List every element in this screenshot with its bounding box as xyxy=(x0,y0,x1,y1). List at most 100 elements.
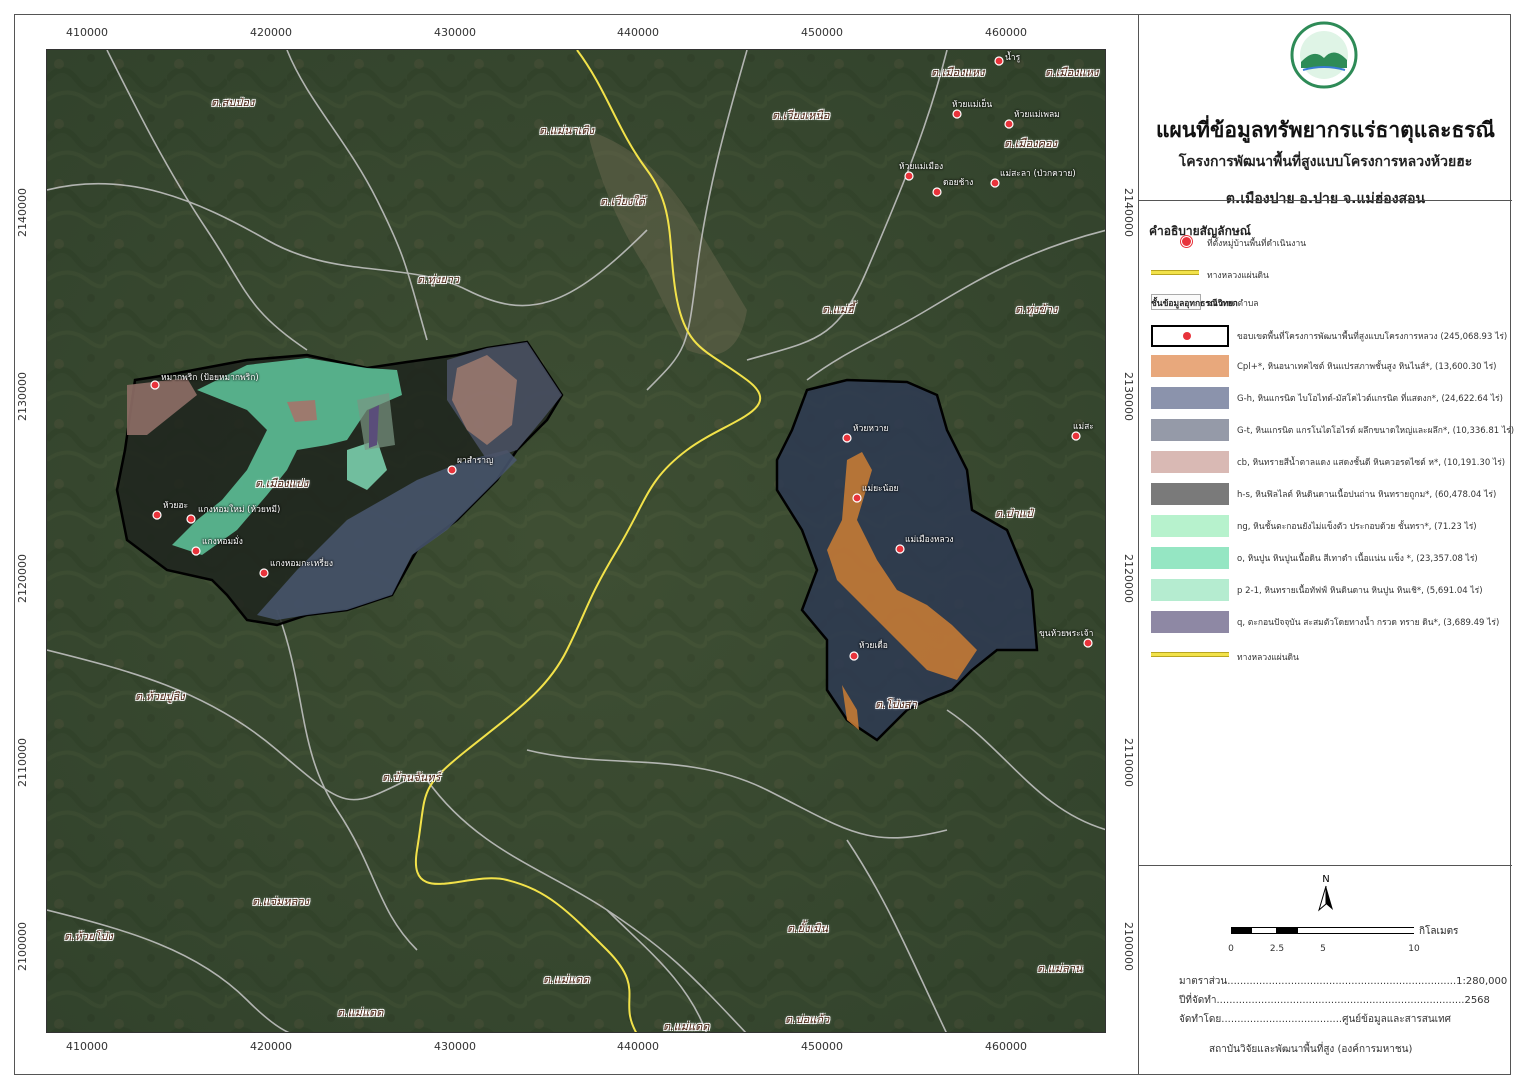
map-canvas[interactable]: ต.สบป่อง ต.แม่นาเติง ต.เวียงเหนือ ต.เวีย… xyxy=(46,49,1106,1033)
x-tick-label: 450000 xyxy=(801,26,843,39)
place-label: ต.แม่ฮี้ xyxy=(822,303,854,316)
scale-label: 0 xyxy=(1228,944,1234,954)
divider xyxy=(1139,865,1512,866)
y-tick-label: 2140000 xyxy=(16,188,29,237)
village-marker[interactable] xyxy=(150,380,160,390)
legend-label: G-t, หินแกรนิต แกรโนไดโอไรต์ ผลึกขนาดใหญ… xyxy=(1237,426,1515,436)
place-label: ต.เวียงใต้ xyxy=(600,195,645,208)
legend-label: ทางหลวงแผ่นดิน xyxy=(1207,271,1269,281)
y-tick-label: 2110000 xyxy=(16,738,29,787)
village-marker[interactable] xyxy=(842,433,852,443)
y-tick-label: 2100000 xyxy=(1122,922,1135,971)
village-label: ห้วยแม่เมือง xyxy=(899,162,944,172)
village-label: ห้วยหวาย xyxy=(853,424,889,434)
legend-unit-row: ng, หินชั้นตะกอนยังไม่แข็งตัว ประกอบด้วย… xyxy=(1151,515,1511,537)
village-marker-icon xyxy=(1181,236,1192,247)
legend-swatch xyxy=(1151,515,1229,537)
village-marker[interactable] xyxy=(186,514,196,524)
place-label: ต.เมืองแปง xyxy=(255,477,309,490)
legend-label: G-h, หินแกรนิต ไบโอไทต์-มัสโคไวต์แกรนิต … xyxy=(1237,394,1503,404)
village-label: แม่สะ xyxy=(1073,422,1094,432)
place-label: ต.เวียงเหนือ xyxy=(772,109,830,122)
place-label: ต.แม่แดด xyxy=(543,973,590,986)
map-title: แผนที่ข้อมูลทรัพยากรแร่ธาตุและธรณี xyxy=(1155,118,1496,142)
legend-unit-row: G-t, หินแกรนิต แกรโนไดโอไรต์ ผลึกขนาดใหญ… xyxy=(1151,419,1515,441)
village-marker[interactable] xyxy=(849,651,859,661)
legend-swatch xyxy=(1151,483,1229,505)
hrdi-logo-icon xyxy=(1290,21,1358,89)
village-marker[interactable] xyxy=(994,56,1004,66)
y-tick-label: 2120000 xyxy=(1122,554,1135,603)
meta-year-row: ปีที่จัดทำ..............................… xyxy=(1179,995,1490,1006)
legend-label: h-s, หินฟิลไลต์ หินดินดานเนื้อปนถ่าน หิน… xyxy=(1237,490,1497,500)
village-label: ห้วยแม่เพลม xyxy=(1014,110,1060,120)
north-arrow-icon: N xyxy=(1318,874,1333,912)
meta-value: 2568 xyxy=(1464,995,1490,1006)
y-tick-label: 2130000 xyxy=(16,372,29,421)
meta-label: ปีที่จัดทำ xyxy=(1179,995,1217,1006)
y-tick-label: 2110000 xyxy=(1122,738,1135,787)
meta-value: 1:280,000 xyxy=(1456,976,1508,987)
village-marker[interactable] xyxy=(1004,119,1014,129)
village-label: แม่ยะน้อย xyxy=(862,484,899,494)
legend-unit-row: G-h, หินแกรนิต ไบโอไทต์-มัสโคไวต์แกรนิต … xyxy=(1151,387,1511,409)
meta-value: ศูนย์ข้อมูลและสารสนเทศ xyxy=(1342,1014,1452,1025)
village-marker[interactable] xyxy=(932,187,942,197)
x-tick-label: 440000 xyxy=(617,26,659,39)
legend-swatch xyxy=(1151,579,1229,601)
village-label: หมากพริก (ป้อยหมากพริก) xyxy=(161,373,259,383)
legend-label: ขอบเขตพื้นที่โครงการพัฒนาพื้นที่สูงแบบโค… xyxy=(1237,332,1508,342)
village-marker[interactable] xyxy=(259,568,269,578)
legend-swatch xyxy=(1151,547,1229,569)
legend-label: Cpl+*, หินอนาเทคไซต์ หินแปรสภาพชั้นสูง ห… xyxy=(1237,362,1497,372)
village-marker[interactable] xyxy=(904,171,914,181)
meta-scale-row: มาตราส่วน...............................… xyxy=(1179,976,1508,987)
x-tick-label: 410000 xyxy=(66,26,108,39)
y-tick-label: 2140000 xyxy=(1122,188,1135,237)
legend-highway-row: ทางหลวงแผ่นดิน xyxy=(1151,264,1511,286)
legend-label: o, หินปูน หินปูนเนื้อดิน สีเทาดำ เนื้อแน… xyxy=(1237,554,1478,564)
x-tick-label: 440000 xyxy=(617,1040,659,1053)
village-marker[interactable] xyxy=(152,510,162,520)
place-label: ต.ยั้งเมิน xyxy=(787,922,828,935)
layer-header: ชั้นข้อมูลอุทกธรณีวิทยา xyxy=(1151,299,1238,309)
legend-village-row: ที่ตั้งหมู่บ้านพื้นที่ดำเนินงาน xyxy=(1151,232,1511,254)
village-label: ห้วยฮะ xyxy=(163,501,189,511)
village-marker[interactable] xyxy=(990,178,1000,188)
place-label: ต.ห้วยปูลิง xyxy=(135,690,185,703)
y-tick-label: 2130000 xyxy=(1122,372,1135,421)
village-marker[interactable] xyxy=(447,465,457,475)
scale-segment xyxy=(1276,928,1298,933)
place-label: ต.บ่อแก้ว xyxy=(785,1013,830,1026)
place-label: ต.แม่แดด xyxy=(663,1020,710,1033)
legend-label: ng, หินชั้นตะกอนยังไม่แข็งตัว ประกอบด้วย… xyxy=(1237,522,1477,532)
meta-author-row: จัดทำโดย................................… xyxy=(1179,1014,1452,1025)
legend-project-area-row: ขอบเขตพื้นที่โครงการพัฒนาพื้นที่สูงแบบโค… xyxy=(1151,325,1511,347)
legend-swatch xyxy=(1151,419,1229,441)
scale-unit: กิโลเมตร xyxy=(1419,926,1459,937)
legend-swatch xyxy=(1151,387,1229,409)
place-label: ต.แม่นาเติง xyxy=(539,124,594,137)
scale-label: 2.5 xyxy=(1269,944,1285,954)
village-marker[interactable] xyxy=(895,544,905,554)
village-label: น้ำรู xyxy=(1005,53,1021,63)
x-tick-label: 420000 xyxy=(250,1040,292,1053)
highway-line-icon xyxy=(1151,652,1229,657)
village-marker-icon xyxy=(1183,332,1191,340)
legend-swatch xyxy=(1151,451,1229,473)
village-marker[interactable] xyxy=(191,546,201,556)
village-label: แกงหอมมั่ง xyxy=(202,537,243,547)
x-tick-label: 460000 xyxy=(985,1040,1027,1053)
village-marker[interactable] xyxy=(852,493,862,503)
legend-label: q, ตะกอนปัจจุบัน สะสมตัวโดยทางน้ำ กรวด ท… xyxy=(1237,618,1500,628)
legend-unit-row: h-s, หินฟิลไลต์ หินดินดานเนื้อปนถ่าน หิน… xyxy=(1151,483,1511,505)
village-marker[interactable] xyxy=(952,109,962,119)
meta-label: จัดทำโดย xyxy=(1179,1014,1222,1025)
y-tick-label: 2120000 xyxy=(16,554,29,603)
place-label: ต.สบป่อง xyxy=(211,96,255,109)
legend-label: ที่ตั้งหมู่บ้านพื้นที่ดำเนินงาน xyxy=(1207,239,1307,249)
village-marker[interactable] xyxy=(1071,431,1081,441)
village-label: ขุนห้วยพระเจ้า xyxy=(1039,629,1094,639)
meta-label: มาตราส่วน xyxy=(1179,976,1228,987)
village-marker[interactable] xyxy=(1083,638,1093,648)
